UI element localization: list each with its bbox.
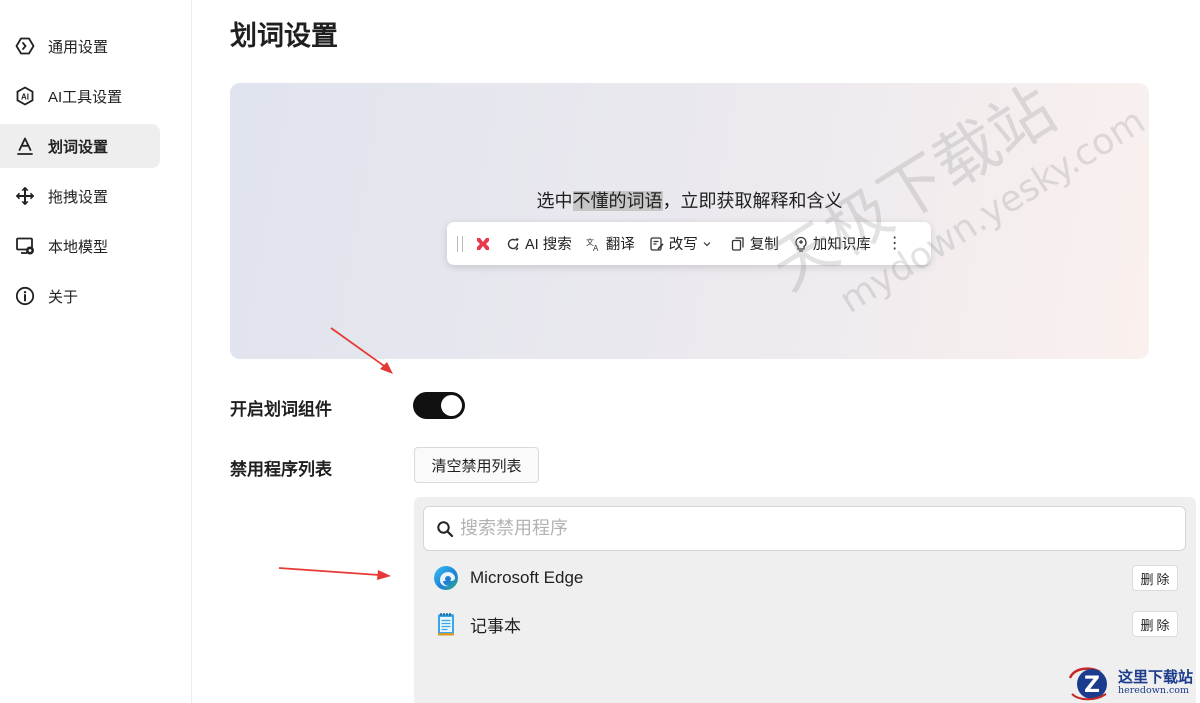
rewrite-button[interactable]: 改写 bbox=[649, 233, 716, 254]
copy-label: 复制 bbox=[749, 237, 779, 253]
list-item: 记事本 删除 bbox=[414, 604, 1196, 644]
sidebar-item-label: 本地模型 bbox=[48, 238, 109, 256]
enable-selection-toggle[interactable] bbox=[413, 392, 465, 419]
underline-a-icon bbox=[14, 135, 36, 157]
svg-text:AI: AI bbox=[21, 93, 29, 102]
sidebar-item-ai-tools[interactable]: AI AI工具设置 bbox=[0, 74, 160, 118]
toggle-knob bbox=[441, 395, 462, 416]
translate-icon: 文A bbox=[586, 237, 599, 252]
drag-handle-icon[interactable] bbox=[457, 235, 463, 252]
search-box bbox=[423, 506, 1186, 551]
more-vertical-icon[interactable]: ⋮ bbox=[887, 235, 903, 252]
preview-text-before: 选中 bbox=[536, 191, 573, 211]
ai-search-icon bbox=[507, 237, 519, 250]
app-logo-icon bbox=[475, 236, 491, 252]
preview-text-after: ，立即获取解释和含义 bbox=[662, 191, 843, 211]
ai-search-label: AI 搜索 bbox=[525, 237, 572, 253]
delete-button[interactable]: 删除 bbox=[1132, 611, 1178, 637]
copy-icon bbox=[731, 236, 744, 251]
sidebar-item-about[interactable]: 关于 bbox=[0, 274, 160, 318]
sidebar-item-text-selection[interactable]: 划词设置 bbox=[0, 124, 160, 168]
notepad-icon bbox=[432, 610, 460, 638]
sidebar-item-label: 关于 bbox=[48, 288, 79, 306]
preview-panel: 选中不懂的词语，立即获取解释和含义 AI 搜索 文A 翻译 改写 复制 加知识库… bbox=[230, 83, 1149, 359]
rewrite-label: 改写 bbox=[668, 237, 698, 253]
clear-disabled-list-button[interactable]: 清空禁用列表 bbox=[414, 447, 539, 483]
annotation-arrow-icon bbox=[278, 567, 391, 580]
toggle-label: 开启划词组件 bbox=[230, 400, 332, 419]
sidebar-item-drag[interactable]: 拖拽设置 bbox=[0, 174, 160, 218]
translate-label: 翻译 bbox=[605, 237, 635, 253]
rewrite-icon bbox=[650, 236, 664, 251]
list-item: Microsoft Edge 删除 bbox=[414, 558, 1196, 598]
app-name: 记事本 bbox=[470, 616, 521, 636]
search-disabled-programs-input[interactable] bbox=[460, 518, 1140, 539]
chevron-down-icon bbox=[703, 241, 711, 246]
app-name: Microsoft Edge bbox=[470, 568, 584, 587]
selection-toolbar: AI 搜索 文A 翻译 改写 复制 加知识库 ⋮ bbox=[447, 222, 931, 265]
site-logo-icon: Z bbox=[1068, 667, 1107, 701]
add-knowledge-base-button[interactable]: 加知识库 bbox=[793, 233, 871, 254]
svg-text:A: A bbox=[593, 244, 599, 252]
page-title: 划词设置 bbox=[230, 21, 338, 51]
translate-button[interactable]: 文A 翻译 bbox=[586, 233, 635, 254]
sidebar-item-label: AI工具设置 bbox=[48, 88, 123, 106]
edge-icon bbox=[432, 564, 460, 592]
ai-search-button[interactable]: AI 搜索 bbox=[505, 233, 572, 254]
search-icon bbox=[437, 520, 454, 537]
drag-move-icon bbox=[14, 185, 36, 207]
sidebar: 通用设置 AI AI工具设置 划词设置 拖拽设置 本地模型 关于 bbox=[0, 0, 192, 703]
sidebar-item-label: 划词设置 bbox=[48, 138, 109, 156]
corner-logo-en: heredown.com bbox=[1118, 684, 1190, 696]
disabled-list-label: 禁用程序列表 bbox=[230, 460, 332, 479]
preview-text: 选中不懂的词语，立即获取解释和含义 bbox=[230, 187, 1149, 213]
corner-logo: Z 这里下载站 heredown.com bbox=[1066, 663, 1200, 703]
sidebar-item-label: 通用设置 bbox=[48, 38, 109, 56]
delete-button[interactable]: 删除 bbox=[1132, 565, 1178, 591]
info-icon bbox=[14, 285, 36, 307]
local-model-icon bbox=[14, 235, 36, 257]
ai-tool-icon: AI bbox=[14, 85, 36, 107]
copy-button[interactable]: 复制 bbox=[730, 233, 779, 254]
add-knowledge-base-label: 加知识库 bbox=[812, 237, 871, 253]
svg-text:Z: Z bbox=[1084, 673, 1100, 698]
corner-logo-cn: 这里下载站 bbox=[1118, 668, 1194, 687]
general-settings-icon bbox=[14, 35, 36, 57]
preview-text-highlight: 不懂的词语 bbox=[572, 191, 663, 211]
knowledge-base-icon bbox=[795, 236, 807, 252]
sidebar-item-local-model[interactable]: 本地模型 bbox=[0, 224, 160, 268]
sidebar-item-label: 拖拽设置 bbox=[48, 188, 109, 206]
sidebar-item-general[interactable]: 通用设置 bbox=[0, 24, 160, 68]
